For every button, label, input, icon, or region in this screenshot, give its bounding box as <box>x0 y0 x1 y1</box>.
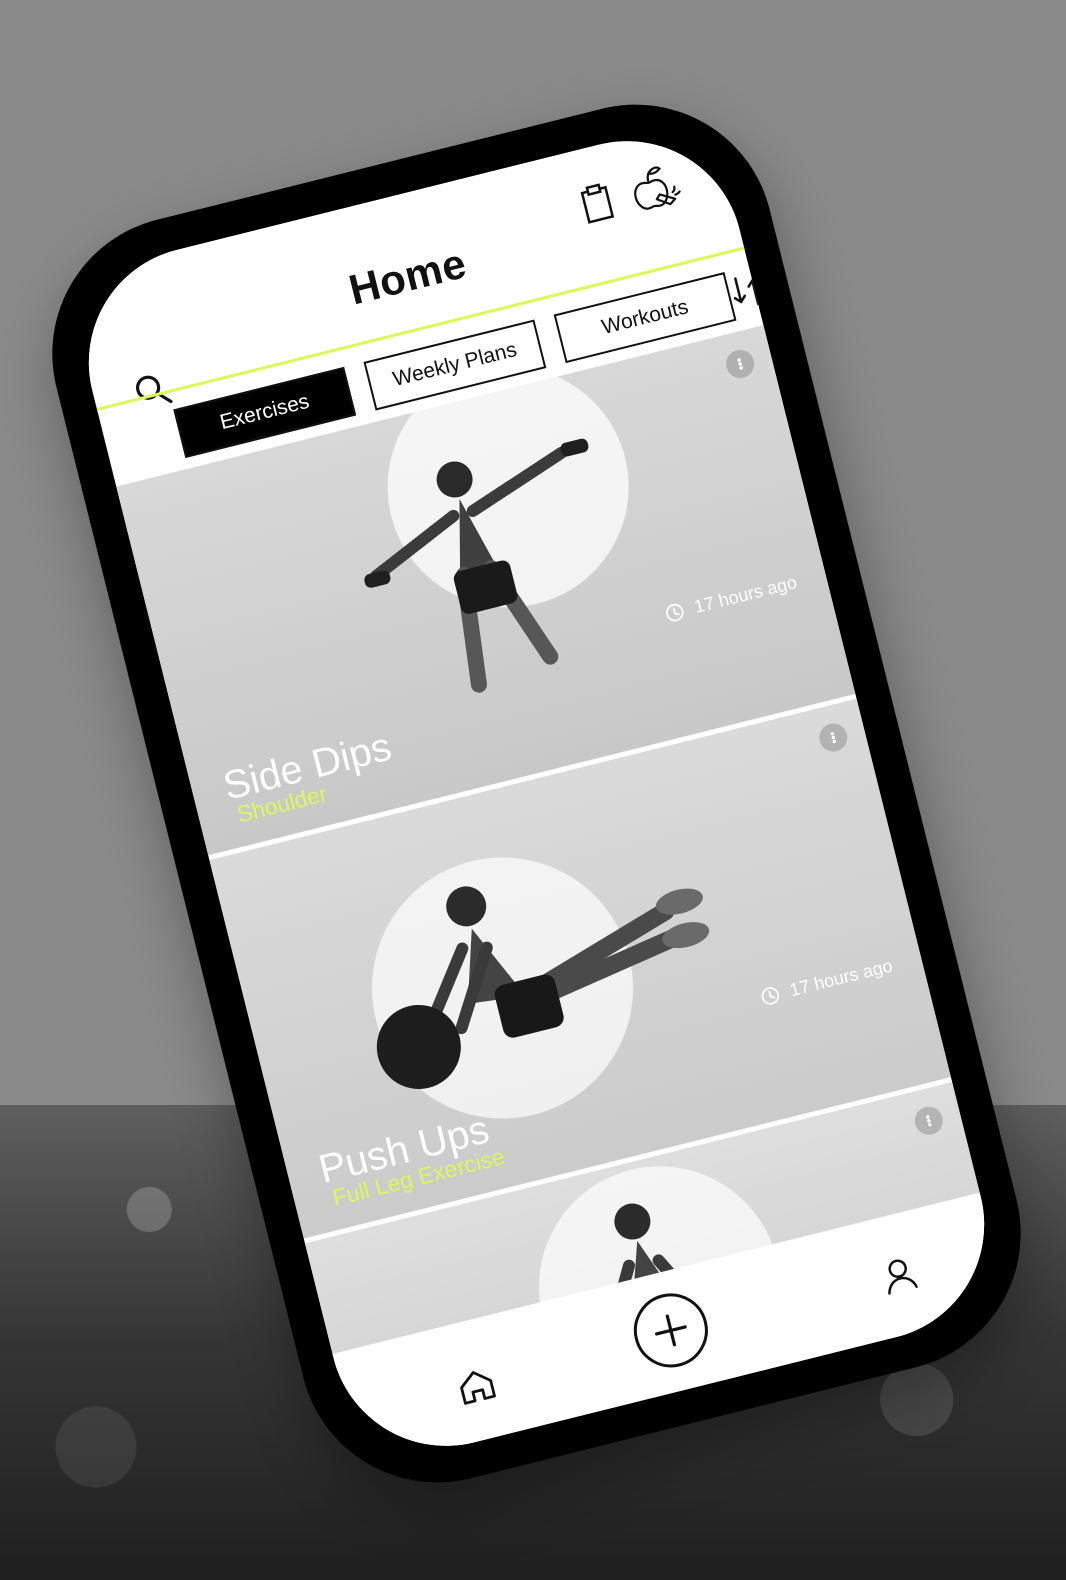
profile-button[interactable] <box>871 1247 929 1305</box>
home-button[interactable] <box>450 1359 503 1412</box>
home-icon <box>460 1371 496 1405</box>
exercise-photo-side-dips <box>364 438 589 693</box>
exercise-photo-push-ups <box>376 886 710 1089</box>
kebab-menu-icon <box>829 730 837 745</box>
kebab-menu-icon <box>736 356 744 372</box>
card-menu-button[interactable] <box>723 347 758 381</box>
card-menu-button[interactable] <box>816 720 851 755</box>
plus-icon <box>655 1314 687 1347</box>
card-time: 17 hours ago <box>692 572 799 617</box>
add-button[interactable] <box>626 1285 716 1376</box>
profile-icon <box>888 1259 918 1295</box>
kebab-menu-icon <box>925 1113 933 1129</box>
card-menu-button[interactable] <box>911 1103 946 1138</box>
